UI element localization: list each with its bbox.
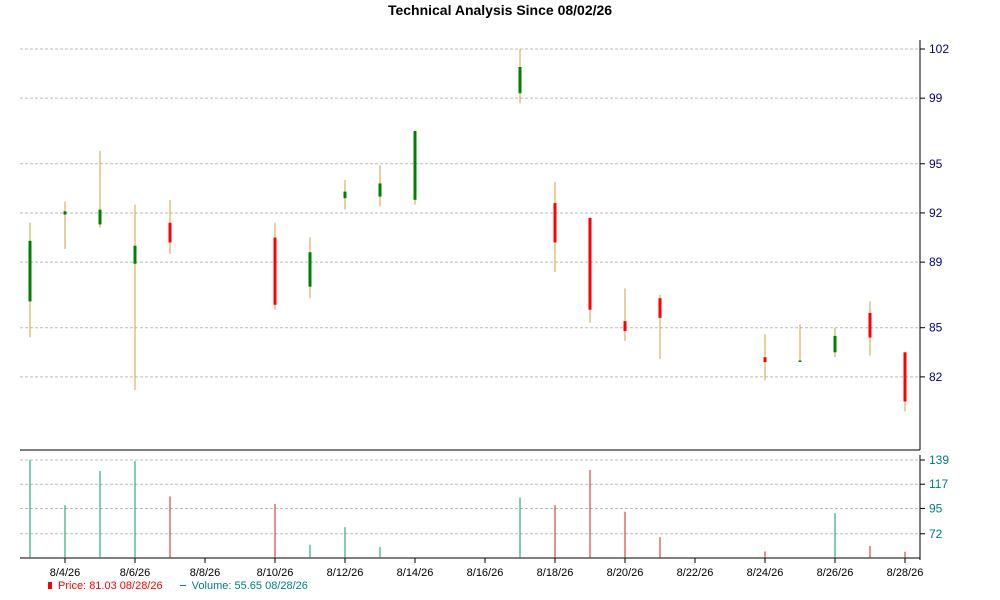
candle-body: [343, 191, 347, 199]
technical-analysis-chart: Technical Analysis Since 08/02/26 82 85 89…: [0, 0, 1000, 600]
legend-volume-swatch: [179, 585, 186, 586]
x-tick-label: 8/26/26: [817, 567, 854, 579]
chart-canvas: 82 85 89 92 95 99 102 72 95 117 139 8/4/26 8/6/26 8/8…: [20, 40, 950, 579]
x-tick-label: 8/6/26: [120, 567, 151, 579]
candle-body: [413, 130, 417, 200]
x-tick-label: 8/16/26: [467, 567, 504, 579]
x-tick-label: 8/12/26: [327, 567, 364, 579]
candle-body: [98, 209, 102, 225]
legend-price-date: 08/28/26: [119, 580, 163, 592]
price-tick-label: 102: [929, 42, 949, 56]
candle-body: [518, 67, 522, 94]
candle-body: [763, 357, 767, 363]
price-tick-label: 89: [929, 255, 943, 269]
candle-body: [623, 321, 627, 331]
x-tick-label: 8/18/26: [537, 567, 574, 579]
price-tick-label: 95: [929, 157, 943, 171]
gridlines: [20, 48, 920, 535]
candle-body: [308, 252, 312, 287]
candle-body: [133, 245, 137, 264]
price-tick-label: 82: [929, 370, 943, 384]
candle-body: [168, 222, 172, 243]
x-tick-label: 8/28/26: [887, 567, 924, 579]
candle-body: [63, 211, 67, 215]
price-tick-label: 85: [929, 321, 943, 335]
x-tick-label: 8/24/26: [747, 567, 784, 579]
x-tick-label: 8/22/26: [677, 567, 714, 579]
price-tick-label: 92: [929, 206, 943, 220]
price-tick-label: 99: [929, 91, 943, 105]
legend-volume-value: 55.65: [234, 580, 263, 592]
legend-price-value: 81.03: [89, 580, 117, 592]
volume-bars: [29, 460, 906, 558]
x-tick-label: 8/20/26: [607, 567, 644, 579]
candle-body: [378, 183, 382, 197]
volume-tick-label: 72: [929, 527, 943, 541]
legend-price: Price: 81.03 08/28/26: [48, 580, 163, 592]
chart-legend: Price: 81.03 08/28/26 Volume: 55.65 08/2…: [48, 580, 322, 592]
price-candles: [28, 49, 907, 412]
candle-body: [868, 312, 872, 338]
x-tick-label: 8/10/26: [257, 567, 294, 579]
x-tick-label: 8/8/26: [190, 567, 221, 579]
legend-price-label: Price:: [58, 580, 87, 592]
candle-body: [833, 335, 837, 353]
tick-labels: 82 85 89 92 95 99 102 72 95 117 139 8/4/26 8/6/26 8/8…: [50, 42, 950, 579]
candle-body: [798, 360, 802, 362]
x-tick-label: 8/14/26: [397, 567, 434, 579]
candle-body: [28, 240, 32, 302]
volume-tick-label: 139: [929, 453, 949, 467]
legend-volume-label: Volume:: [191, 580, 232, 592]
candle-body: [903, 352, 907, 402]
legend-volume: Volume: 55.65 08/28/26: [179, 580, 308, 592]
candle-body: [273, 237, 277, 305]
candle-body: [553, 203, 557, 243]
volume-tick-label: 117: [929, 477, 948, 491]
legend-price-swatch: [48, 582, 52, 589]
candle-body: [658, 298, 662, 318]
candle-body: [588, 217, 592, 310]
volume-tick-label: 95: [929, 501, 943, 515]
legend-volume-date: 08/28/26: [265, 580, 308, 592]
x-tick-label: 8/4/26: [50, 567, 81, 579]
